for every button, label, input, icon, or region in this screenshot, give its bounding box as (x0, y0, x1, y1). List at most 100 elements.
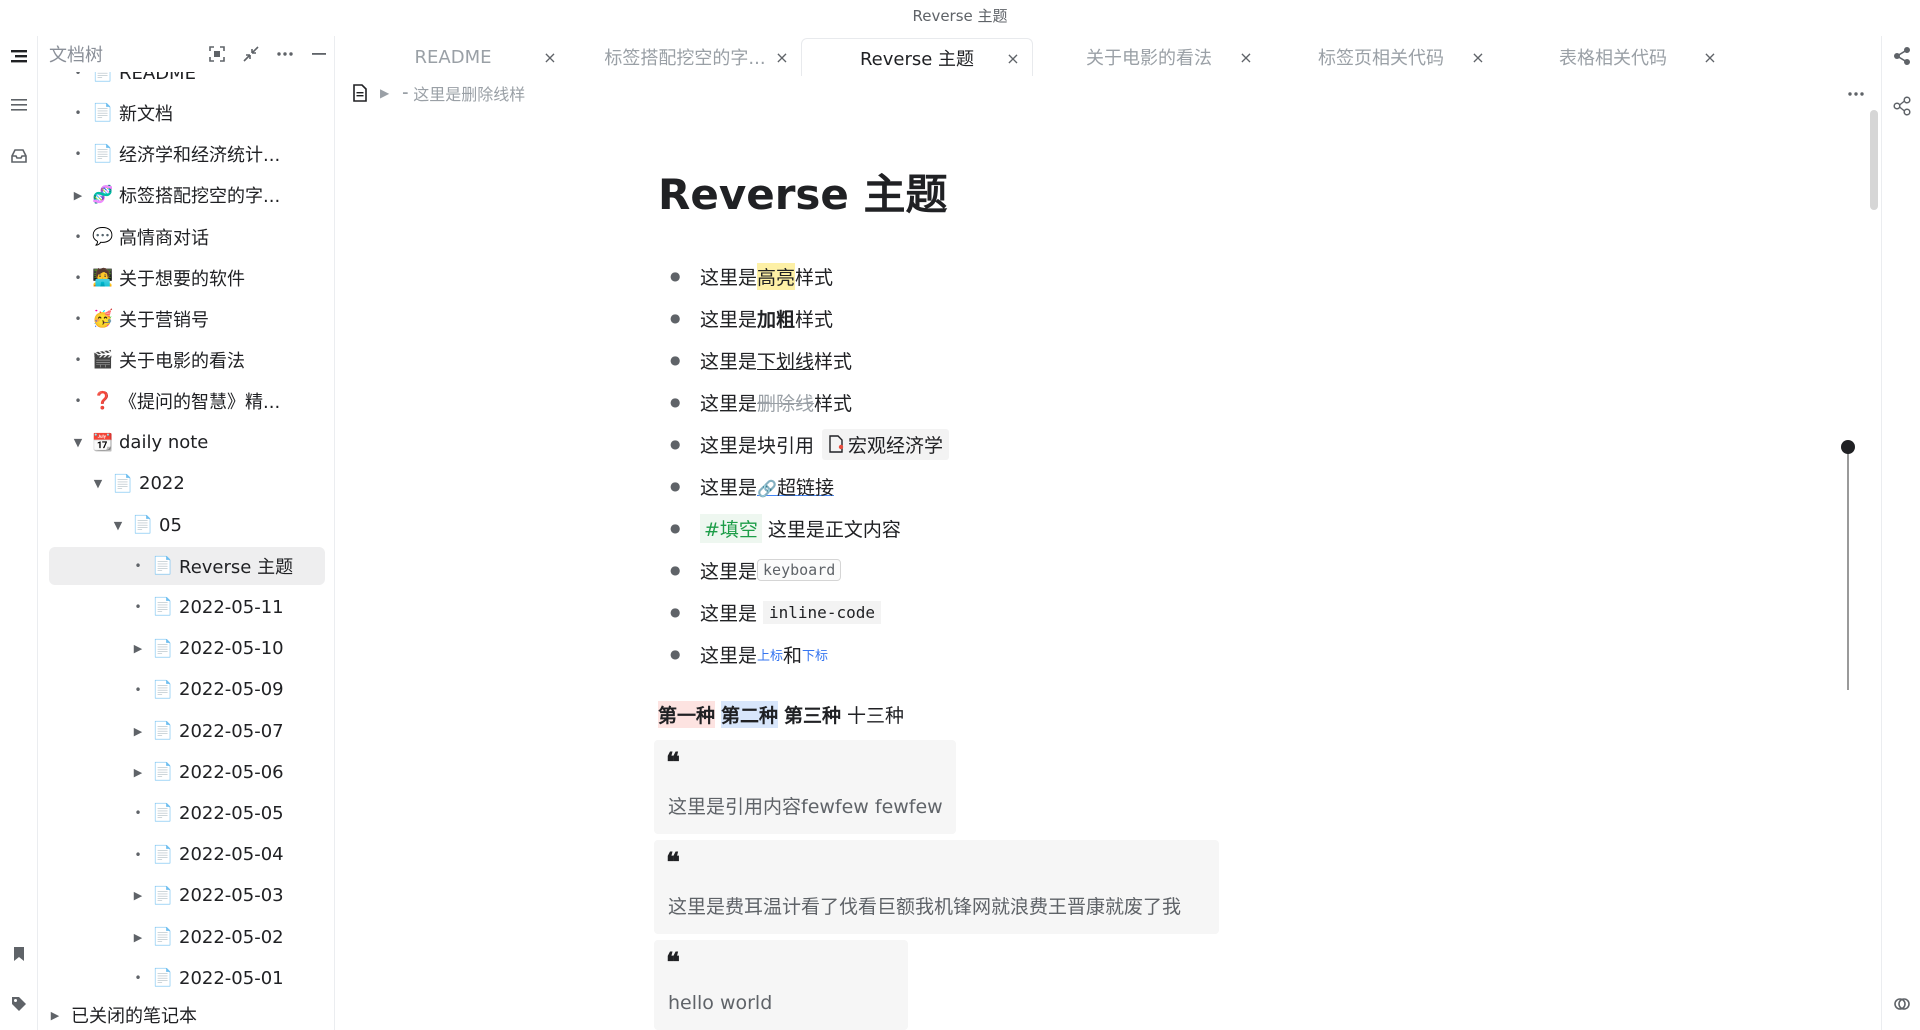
tab[interactable]: README × (337, 38, 569, 76)
tree-dot: • (134, 806, 142, 821)
tree-item[interactable]: ▶ 📄 2022-05-06 (49, 753, 325, 791)
underline-text: 下划线 (757, 350, 815, 373)
tab[interactable]: 关于电影的看法 × (1033, 38, 1265, 76)
tree-item[interactable]: • 🥳 关于营销号 (49, 300, 325, 338)
block-reference[interactable]: 宏观经济学 (822, 428, 950, 460)
chevron-down-icon[interactable]: ▼ (89, 475, 107, 493)
close-icon[interactable]: × (773, 48, 791, 67)
inbox-icon[interactable] (7, 144, 31, 168)
blockquote[interactable]: ❝ 这里是费耳温计看了伐看巨额我机锋网就浪费王晋康就废了我 (654, 840, 1219, 934)
bullet-dot: ● (670, 563, 681, 577)
tab[interactable]: 标签搭配挖空的字... × (569, 38, 801, 76)
list-item[interactable]: ● 这里是 🔗超链接 (658, 468, 834, 504)
chevron-right-icon[interactable]: ▶ (69, 186, 87, 204)
tree-item[interactable]: ▶ 🧬 标签搭配挖空的字... (49, 176, 325, 214)
outline-icon[interactable] (7, 93, 31, 117)
tree-item[interactable]: • 📄 经济学和经济统计... (49, 135, 325, 173)
chevron-right-icon[interactable]: ▶ (129, 722, 147, 740)
tree-item[interactable]: ▼ 📆 daily note (49, 424, 325, 462)
tag-icon[interactable] (7, 992, 31, 1016)
window-title: Reverse 主题 (912, 6, 1008, 25)
chevron-down-icon[interactable]: ▼ (69, 434, 87, 452)
tree-item[interactable]: • 💬 高情商对话 (49, 218, 325, 256)
document-icon[interactable] (352, 84, 368, 102)
document-icon: 🎬 (92, 350, 114, 371)
tree-item[interactable]: • 🎬 关于电影的看法 (49, 341, 325, 379)
tree-item[interactable]: • ❓ 《提问的智慧》精... (49, 382, 325, 420)
zoom-slider-handle[interactable] (1841, 440, 1855, 454)
tab[interactable]: Reverse 主题 × (801, 38, 1033, 76)
chevron-right-icon[interactable]: ▶ (129, 887, 147, 905)
list-item[interactable]: ● 这里是 下划线 样式 (658, 342, 852, 378)
bookmark-icon[interactable] (7, 942, 31, 966)
history-icon[interactable] (1890, 992, 1914, 1016)
chevron-right-icon[interactable]: ▶ (380, 86, 389, 100)
tab-label: 表格相关代码 (1559, 48, 1667, 69)
blockquote[interactable]: ❝ hello world (654, 940, 908, 1030)
tree-item[interactable]: • 🧑‍💻 关于想要的软件 (49, 259, 325, 297)
list-item[interactable]: ● 这里是 加粗 样式 (658, 300, 833, 336)
close-icon[interactable]: × (1701, 48, 1719, 67)
tree-item[interactable]: • 📄 Reverse 主题 (49, 547, 325, 586)
tag-label[interactable]: #填空 (700, 513, 762, 543)
page-title[interactable]: Reverse 主题 (658, 160, 1558, 230)
tree-item[interactable]: • 📄 2022-05-09 (49, 671, 325, 709)
tree-dot: • (74, 312, 82, 326)
hyperlink[interactable]: 🔗超链接 (757, 473, 834, 500)
tree-dot: • (134, 847, 142, 862)
text: 样式 (795, 266, 834, 289)
tree-item-readme-partial[interactable]: • 📄 README (49, 72, 325, 92)
file-tree-icon[interactable] (7, 44, 31, 68)
quote-icon: ❝ (666, 748, 680, 778)
tree-item-label: 新文档 (119, 104, 173, 125)
close-icon[interactable]: × (1004, 49, 1022, 68)
paragraph-marks[interactable]: 第一种 第二种 第三种 十三种 (658, 700, 904, 728)
list-item[interactable]: ● 这里是 上标和下标 (658, 636, 828, 672)
more-icon[interactable] (270, 42, 300, 66)
tree-item-label: 2022-05-10 (179, 638, 284, 660)
close-icon[interactable]: × (541, 48, 559, 67)
close-icon[interactable]: × (1237, 48, 1255, 67)
blockquote[interactable]: ❝ 这里是引用内容fewfew fewfew (654, 740, 956, 834)
tree-item[interactable]: ▼ 📄 05 (49, 506, 325, 544)
tree-item[interactable]: • 📄 2022-05-04 (49, 836, 325, 874)
editor-scrollbar[interactable] (1870, 110, 1878, 210)
file-tree-header: 文档树 (39, 36, 334, 72)
tree-item-label: 标签搭配挖空的字... (119, 186, 281, 208)
text: 这里是正文内容 (767, 518, 901, 541)
tree-item[interactable]: • 📄 新文档 (49, 94, 325, 132)
tree-item[interactable]: • 📄 2022-05-05 (49, 794, 325, 832)
list-item[interactable]: ● 这里是 inline-code (658, 594, 881, 630)
collapse-icon[interactable] (236, 42, 266, 66)
chevron-right-icon[interactable]: ▶ (129, 928, 147, 946)
list-item[interactable]: ● 这里是 高亮 样式 (658, 258, 833, 294)
chevron-right-icon[interactable]: ▶ (129, 640, 147, 658)
focus-icon[interactable] (202, 42, 232, 66)
tab[interactable]: 标签页相关代码 × (1265, 38, 1497, 76)
list-item[interactable]: ● #填空 这里是正文内容 (658, 510, 901, 546)
closed-notebooks[interactable]: ▶ 已关闭的笔记本 (45, 1000, 197, 1030)
graph-icon[interactable] (1890, 94, 1914, 118)
chevron-down-icon[interactable]: ▼ (109, 516, 127, 534)
tree-item[interactable]: • 📄 2022-05-11 (49, 588, 325, 626)
tree-item[interactable]: ▶ 📄 2022-05-02 (49, 918, 325, 956)
tab[interactable]: 表格相关代码 × (1497, 38, 1729, 76)
list-item[interactable]: ● 这里是 keyboard (658, 552, 842, 588)
tree-item[interactable]: ▶ 📄 2022-05-03 (49, 877, 325, 915)
list-item[interactable]: ● 这里是 删除线 样式 (658, 384, 852, 420)
list-item[interactable]: ● 这里是块引用 宏观经济学 (658, 426, 950, 462)
more-icon[interactable] (1844, 82, 1868, 106)
zoom-slider-track[interactable] (1847, 446, 1849, 690)
chevron-right-icon[interactable]: ▶ (129, 763, 147, 781)
breadcrumb-item[interactable]: 这里是删除线样 (413, 81, 525, 105)
hyperlink-label: 超链接 (776, 476, 834, 499)
tree-item[interactable]: • 📄 2022-05-01 (49, 959, 325, 997)
close-icon[interactable]: × (1469, 48, 1487, 67)
minimize-icon[interactable] (304, 42, 334, 66)
mark-fourth: 十三种 (847, 704, 905, 727)
tree-item[interactable]: ▼ 📄 2022 (49, 465, 325, 503)
tree-item[interactable]: ▶ 📄 2022-05-07 (49, 712, 325, 750)
document-icon: 📄 (152, 803, 174, 824)
backlink-icon[interactable] (1890, 44, 1914, 68)
tree-item[interactable]: ▶ 📄 2022-05-10 (49, 630, 325, 668)
